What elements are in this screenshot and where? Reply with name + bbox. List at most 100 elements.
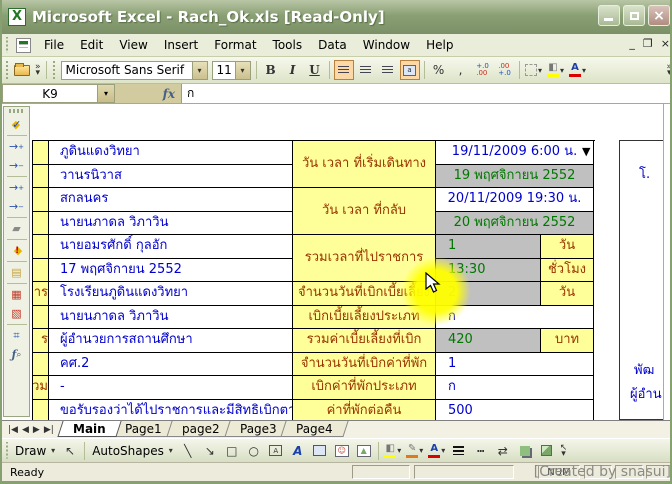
comma-style-button[interactable]: , xyxy=(451,60,471,80)
mdi-close-icon[interactable]: × xyxy=(661,37,670,50)
cell-a5[interactable] xyxy=(33,235,49,259)
draw-fill-color-button[interactable]: ◧ ▾ xyxy=(383,441,403,461)
cell-a12[interactable] xyxy=(33,400,49,421)
remove-all-arrows-icon[interactable]: ▰ xyxy=(7,219,27,238)
align-left-button[interactable] xyxy=(334,60,354,80)
cell-a9[interactable]: ร xyxy=(33,329,49,353)
cell-a11[interactable]: ร่วม xyxy=(33,376,49,400)
label-start-datetime[interactable]: วัน เวลา ที่เริ่มเดินทาง xyxy=(293,141,436,188)
error-checking-icon[interactable]: ◆✓ xyxy=(7,115,27,134)
value-total-per-diem[interactable]: 420 xyxy=(436,329,541,353)
close-button[interactable]: × xyxy=(648,5,670,26)
menu-item-help[interactable]: Help xyxy=(418,36,461,54)
cell-b10[interactable]: คศ.2 xyxy=(49,353,293,377)
menu-item-tools[interactable]: Tools xyxy=(265,36,311,54)
value-lodging-rate[interactable]: 500 xyxy=(436,400,594,421)
open-file-button[interactable] xyxy=(12,60,32,80)
auditing-toolbar-grip[interactable] xyxy=(9,109,24,113)
menu-item-window[interactable]: Window xyxy=(355,36,418,54)
cell-a7[interactable]: การ xyxy=(33,282,49,306)
unit-hours[interactable]: ชั่วโมง xyxy=(541,259,594,283)
maximize-button[interactable] xyxy=(623,5,645,26)
label-lodging-rate[interactable]: ค่าที่พักต่อคืน xyxy=(293,400,436,421)
unit-days[interactable]: วัน xyxy=(541,235,594,259)
minimize-button[interactable] xyxy=(598,5,620,26)
mdi-restore-icon[interactable]: ❐ xyxy=(643,37,653,50)
draw-menu-button[interactable]: Draw ▾ xyxy=(11,443,59,459)
menu-item-format[interactable]: Format xyxy=(206,36,264,54)
font-size-dropdown-icon[interactable]: ▾ xyxy=(235,62,250,79)
remove-precedent-arrows-icon[interactable]: →− xyxy=(7,156,27,175)
font-size-combo[interactable]: 11 ▾ xyxy=(212,61,251,80)
tab-scroll-prev-icon[interactable]: ◀ xyxy=(22,425,29,435)
underline-button[interactable]: U xyxy=(305,60,325,80)
name-box-dropdown-icon[interactable]: ▾ xyxy=(98,84,115,103)
insert-picture-icon[interactable]: ▲ xyxy=(354,441,374,461)
standard-toolbar-options-button[interactable]: »▾ xyxy=(33,64,43,76)
value-return-date-thai[interactable]: 20 พฤศจิกายน 2552 xyxy=(436,212,594,236)
sheet-tab-page4[interactable]: Page4 xyxy=(281,421,349,437)
menu-item-insert[interactable]: Insert xyxy=(156,36,206,54)
tab-scroll-first-icon[interactable]: |◀ xyxy=(8,425,18,435)
merge-center-button[interactable]: a xyxy=(400,60,420,80)
value-start-date-thai[interactable]: 19 พฤศจิกายน 2552 xyxy=(436,165,594,189)
label-lodging-type[interactable]: เบิกค่าที่พักประเภท xyxy=(293,376,436,400)
value-return-datetime[interactable]: 20/11/2009 19:30 น. xyxy=(436,188,594,212)
standard-toolbar-grip[interactable] xyxy=(4,61,9,79)
font-color-button[interactable]: A ▾ xyxy=(568,60,588,80)
draw-font-color-button[interactable]: A ▾ xyxy=(427,441,447,461)
font-name-combo[interactable]: Microsoft Sans Serif ▾ xyxy=(61,61,208,80)
clip-art-icon[interactable]: ☺ xyxy=(332,441,352,461)
tab-scroll-next-icon[interactable]: ▶ xyxy=(33,425,40,435)
cell-b12[interactable]: ขอรับรองว่าได้ไปราชการและมีสิทธิเบิกตามร… xyxy=(49,400,293,421)
align-center-button[interactable] xyxy=(356,60,376,80)
bold-button[interactable]: B xyxy=(261,60,281,80)
rectangle-icon[interactable]: □ xyxy=(222,441,242,461)
cell-b1[interactable]: ภูดินแดงวิทยา xyxy=(49,141,293,165)
label-lodging-days[interactable]: จำนวนวันที่เบิกค่าที่พัก xyxy=(293,353,436,377)
increase-decimal-button[interactable]: +.0.00 xyxy=(473,60,493,80)
align-right-button[interactable] xyxy=(378,60,398,80)
cell-grid[interactable]: ภูดินแดงวิทยา วัน เวลา ที่เริ่มเดินทาง 1… xyxy=(32,140,595,420)
menu-item-view[interactable]: View xyxy=(111,36,155,54)
insert-function-icon[interactable]: fx xyxy=(163,87,175,101)
borders-button[interactable]: ▾ xyxy=(524,60,544,80)
show-watch-window-icon[interactable]: ⌗ xyxy=(7,326,27,345)
arrow-style-icon[interactable]: ⇄ xyxy=(493,441,513,461)
cell-b3[interactable]: สกลนคร xyxy=(49,188,293,212)
formatting-toolbar-grip[interactable] xyxy=(52,61,57,79)
evaluate-formula-icon[interactable]: ƒ⌕ xyxy=(7,345,27,364)
cell-b2[interactable]: วานรนิวาส xyxy=(49,165,293,189)
trace-precedents-icon[interactable]: →+ xyxy=(7,137,27,156)
trace-dependents-icon[interactable]: →+ xyxy=(7,178,27,197)
cell-a6[interactable] xyxy=(33,259,49,283)
cell-a1[interactable] xyxy=(33,141,49,165)
text-box-icon[interactable]: A xyxy=(266,441,286,461)
label-total-per-diem[interactable]: รวมค่าเบี้ยเลี้ยงที่เบิก xyxy=(293,329,436,353)
line-color-button[interactable]: ✎ ▾ xyxy=(405,441,425,461)
vertical-scrollbar[interactable] xyxy=(663,104,672,420)
error-alert-icon[interactable]: ◆! xyxy=(7,241,27,260)
line-icon[interactable]: ╲ xyxy=(178,441,198,461)
cell-b9[interactable]: ผู้อำนวยการสถานศึกษา xyxy=(49,329,293,353)
cell-b7[interactable]: โรงเรียนภูดินแดงวิทยา xyxy=(49,282,293,306)
label-return-datetime[interactable]: วัน เวลา ที่กลับ xyxy=(293,188,436,235)
cell-b5[interactable]: นายอมรศักดิ์ กุลอัก xyxy=(49,235,293,259)
worksheet[interactable]: ◆✓ →+ →− →+ →− ▰ ◆! ▤ ▦ ▧ ⌗ ƒ⌕ ภูดินแดงว… xyxy=(2,104,672,420)
value-lodging-type[interactable]: ก xyxy=(436,376,594,400)
cell-a2[interactable] xyxy=(33,165,49,189)
decrease-decimal-button[interactable]: .00+.0 xyxy=(495,60,515,80)
circle-invalid-data-icon[interactable]: ▦ xyxy=(7,285,27,304)
new-comment-icon[interactable]: ▤ xyxy=(7,263,27,282)
cell-a10[interactable] xyxy=(33,353,49,377)
mdi-minimize-icon[interactable]: _ xyxy=(629,37,635,50)
unit-per-diem-days[interactable]: วัน xyxy=(541,282,594,306)
clear-validation-circles-icon[interactable]: ▧ xyxy=(7,304,27,323)
threed-style-icon[interactable] xyxy=(537,441,557,461)
value-start-datetime[interactable]: 19/11/2009 6:00 น. xyxy=(436,141,594,165)
drawing-toolbar-options-button[interactable]: ↖▾ xyxy=(558,445,570,457)
font-name-dropdown-icon[interactable]: ▾ xyxy=(192,62,207,79)
value-days[interactable]: 1 xyxy=(436,235,541,259)
select-objects-icon[interactable]: ↖ xyxy=(60,441,80,461)
unit-baht[interactable]: บาท xyxy=(541,329,594,353)
